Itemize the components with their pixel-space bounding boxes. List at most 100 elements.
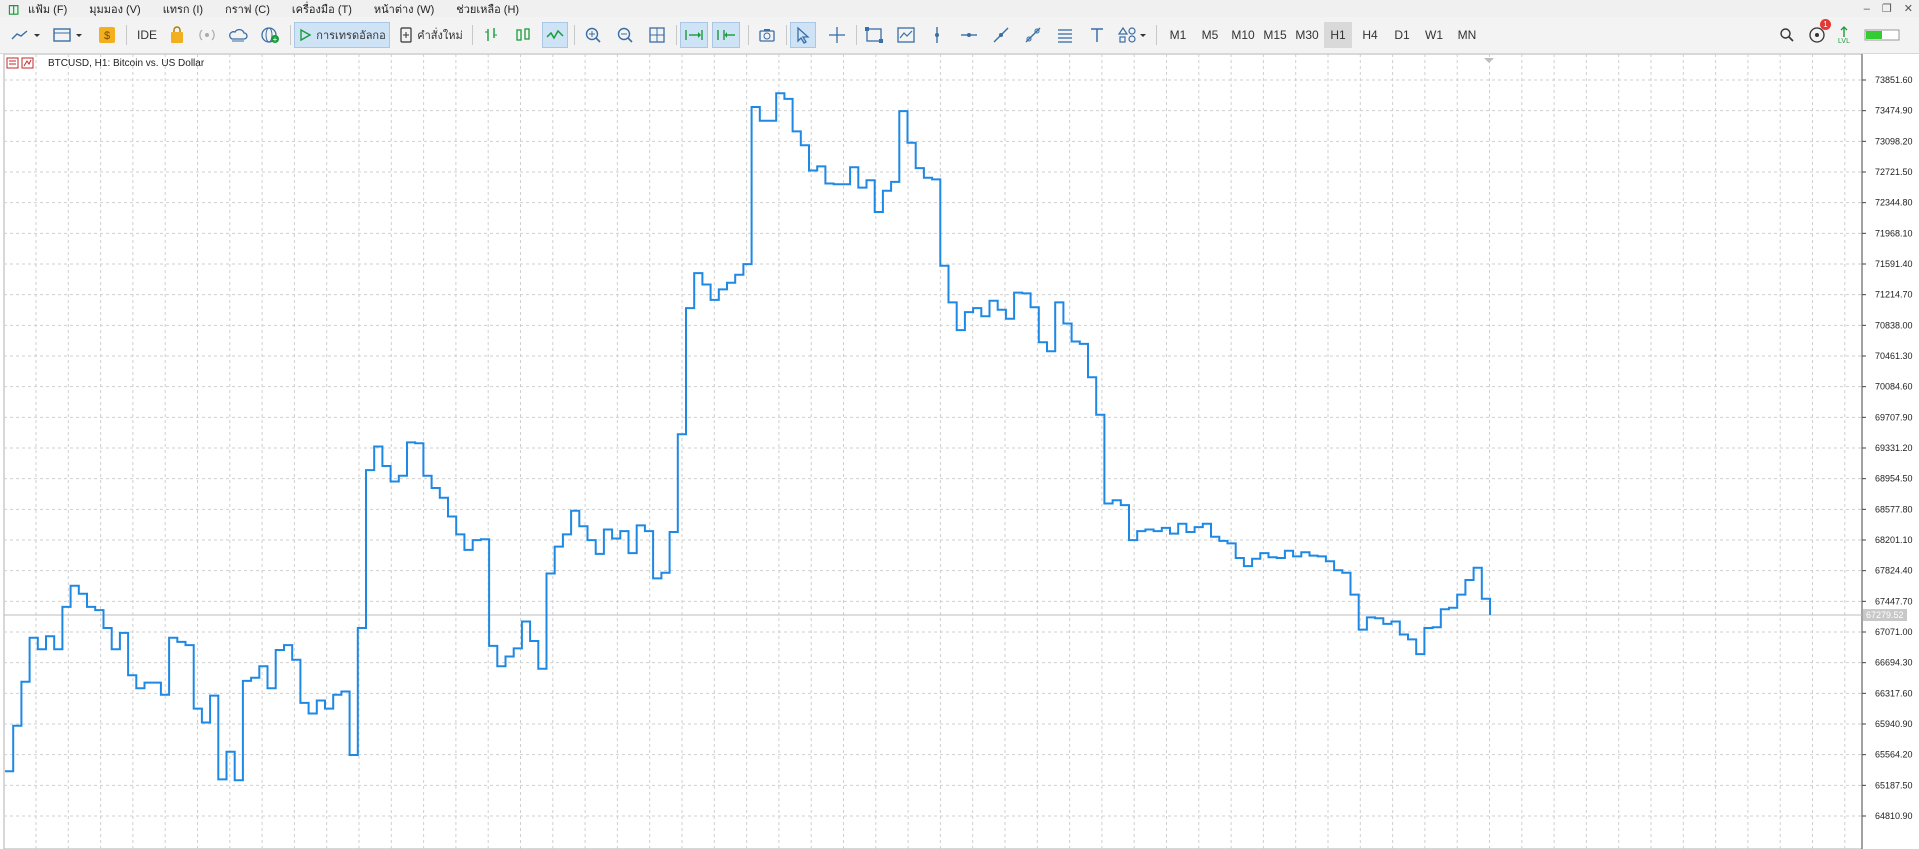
auto-scroll-button[interactable] [680,22,708,48]
candlestick-button[interactable] [512,22,534,48]
menu-chart[interactable]: กราฟ (C) [225,0,270,18]
horizontal-line-icon [961,33,977,37]
trendline-tool[interactable] [990,22,1012,48]
timeframe-m30[interactable]: M30 [1292,22,1322,48]
channel-tool[interactable] [1022,22,1044,48]
connection-bar-icon [1864,29,1900,41]
cursor-tool-button[interactable] [790,22,816,48]
bar-chart-button[interactable] [480,22,502,48]
timeframe-mn[interactable]: MN [1452,22,1482,48]
y-axis-tick-label: 67824.40 [1875,566,1913,576]
plot-area [3,54,1863,849]
grid-icon [649,27,665,43]
cursor-icon [797,26,810,44]
timeframe-m1[interactable]: M1 [1164,22,1192,48]
search-button[interactable] [1776,22,1798,48]
crosshair-tool-button[interactable] [826,22,848,48]
signal-strength-indicator [1862,22,1902,48]
zoom-in-icon [585,27,601,43]
y-axis-tick-label: 65187.50 [1875,780,1913,790]
ide-button[interactable]: IDE [132,22,162,48]
menu-tools[interactable]: เครื่องมือ (T) [292,0,352,18]
indicators-button[interactable] [894,22,918,48]
objects-dropdown[interactable] [1116,22,1150,48]
y-axis-tick-label: 71214.70 [1875,290,1913,300]
horizontal-line-tool[interactable] [958,22,980,48]
camera-icon [759,29,775,42]
menu-file[interactable]: แฟ้ม (F) [28,0,67,18]
menu-view[interactable]: มุมมอง (V) [89,0,140,18]
y-axis-tick-label: 68201.10 [1875,535,1913,545]
svg-text:$: $ [104,30,110,42]
channel-icon [1025,27,1041,43]
chart-type-dropdown[interactable] [8,22,44,48]
trendline-icon [993,27,1009,43]
tile-windows-button[interactable] [646,22,668,48]
radio-signal-icon [199,29,215,41]
cloud-icon [229,28,248,42]
shapes-tool-button[interactable] [862,22,886,48]
globe-plus-icon: + [261,27,279,44]
y-axis-tick-label: 69331.20 [1875,443,1913,453]
y-axis-tick-label: 70461.30 [1875,351,1913,361]
fibonacci-tool[interactable] [1054,22,1076,48]
line-chart-icon [11,30,40,40]
new-order-label: คำสั่งใหม่ [417,30,463,42]
indicator-icon [897,27,915,43]
vertical-line-tool[interactable] [926,22,948,48]
zoom-in-button[interactable] [582,22,604,48]
lvl-button[interactable]: LVL [1834,22,1854,48]
timeframe-m15[interactable]: M15 [1260,22,1290,48]
y-axis-tick-label: 68954.50 [1875,474,1913,484]
zoom-out-button[interactable] [614,22,636,48]
signals-button[interactable] [196,22,218,48]
chart-template-dropdown[interactable] [50,22,86,48]
new-order-icon [400,27,412,43]
minimize-icon[interactable]: – [1864,3,1870,15]
market-button[interactable]: $ [96,22,118,48]
toolbar: $ IDE + การเทรดอัลกอ คำสั่งใหม่ M1 M5 M1… [0,17,1919,54]
y-axis-tick-label: 66317.60 [1875,688,1913,698]
play-icon [300,28,312,42]
algo-trading-button[interactable]: การเทรดอัลกอ [294,22,390,48]
menu-insert[interactable]: แทรก (I) [163,0,203,18]
app-logo-icon: ◫ [8,1,20,16]
line-chart-icon [546,29,564,40]
market-bag-button[interactable] [166,22,188,48]
search-icon [1780,28,1794,42]
timeframe-d1[interactable]: D1 [1388,22,1416,48]
chart-shift-icon [717,30,735,40]
timeframe-h4[interactable]: H4 [1356,22,1384,48]
auto-scroll-icon [685,30,703,40]
y-axis-tick-label: 69707.90 [1875,412,1913,422]
new-order-button[interactable]: คำสั่งใหม่ [396,22,466,48]
y-axis-tick-label: 66694.30 [1875,658,1913,668]
chart-title: BTCUSD, H1: Bitcoin vs. US Dollar [48,58,205,69]
menu-window[interactable]: หน้าต่าง (W) [374,0,434,18]
y-axis-tick-label: 68577.80 [1875,504,1913,514]
y-axis-tick-label: 70838.00 [1875,320,1913,330]
price-chart[interactable]: 73851.60 73474.90 73098.20 72721.50 72344.80… [0,54,1919,849]
screenshot-button[interactable] [756,22,778,48]
notifications-button[interactable]: 1 [1806,19,1831,48]
svg-text:+: + [273,35,278,44]
text-tool[interactable] [1086,22,1108,48]
restore-icon[interactable]: ❐ [1882,2,1892,15]
y-axis-tick-label: 72344.80 [1875,198,1913,208]
menu-help[interactable]: ช่วยเหลือ (H) [456,0,519,18]
chart-shift-button[interactable] [712,22,740,48]
y-axis-tick-label: 67447.70 [1875,596,1913,606]
y-axis-tick-label: 71968.10 [1875,228,1913,238]
bars-icon [485,28,497,41]
shopping-bag-icon [171,26,183,43]
services-button[interactable]: + [258,22,282,48]
timeframe-m10[interactable]: M10 [1228,22,1258,48]
timeframe-h1[interactable]: H1 [1324,22,1352,48]
line-chart-button[interactable] [542,22,568,48]
y-axis-tick-label: 64810.90 [1875,811,1913,821]
timeframe-w1[interactable]: W1 [1420,22,1448,48]
current-price-label: 67279.52 [1866,610,1904,620]
timeframe-m5[interactable]: M5 [1196,22,1224,48]
close-icon[interactable]: ✕ [1904,2,1913,15]
vps-button[interactable] [226,22,250,48]
